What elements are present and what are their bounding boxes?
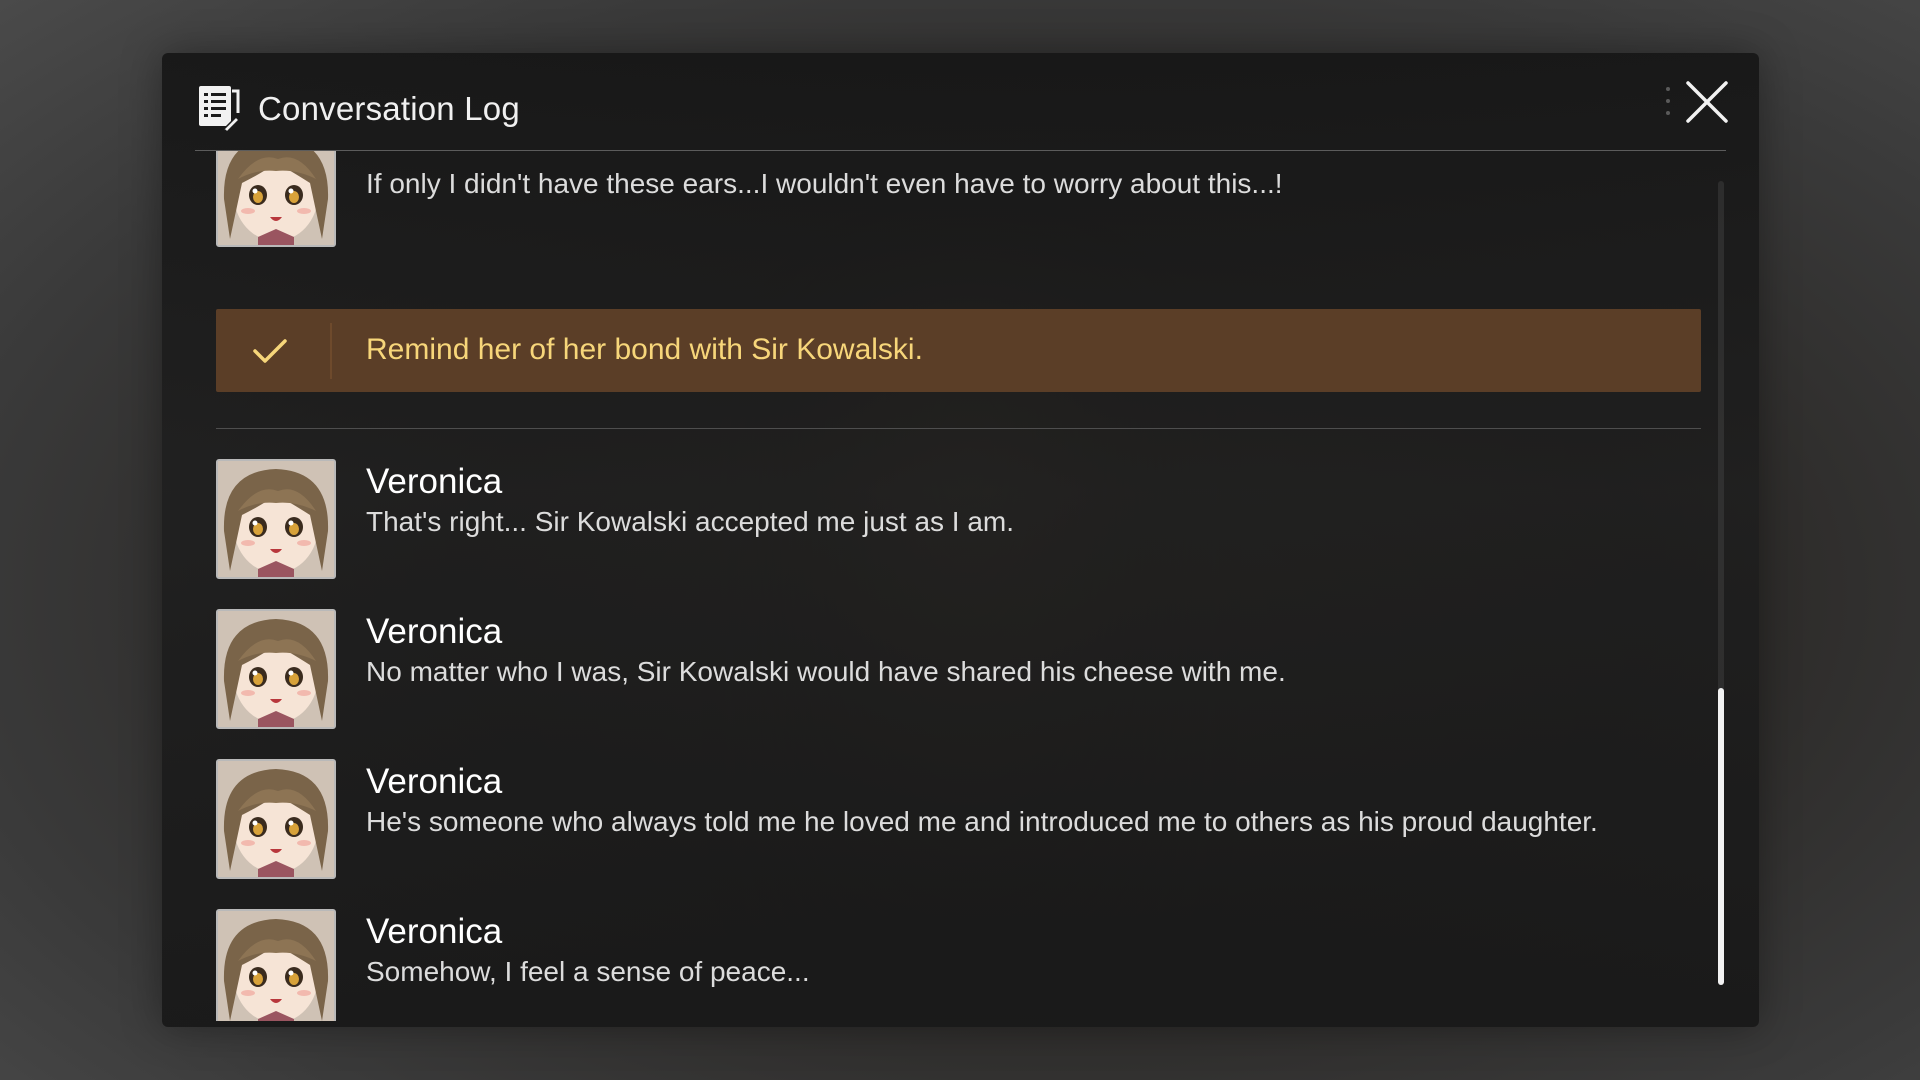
avatar (216, 909, 336, 1021)
close-icon (1686, 81, 1728, 123)
avatar (216, 609, 336, 729)
log-document-icon (199, 86, 240, 131)
log-scroll-area[interactable]: If only I didn't have these ears...I wou… (162, 151, 1759, 1021)
avatar (216, 151, 336, 247)
dialogue-line: That's right... Sir Kowalski accepted me… (366, 506, 1015, 537)
check-icon (253, 339, 287, 363)
portrait-icon (218, 151, 334, 245)
selected-choice: Remind her of her bond with Sir Kowalski… (216, 309, 1701, 392)
dialog-header: Conversation Log (162, 53, 1759, 150)
dialogue-line: If only I didn't have these ears...I wou… (366, 168, 1283, 199)
avatar (216, 459, 336, 579)
dialogue-line: Somehow, I feel a sense of peace... (366, 956, 810, 987)
portrait-icon (218, 911, 334, 1021)
conversation-log-dialog: Conversation Log If only I didn't have t… (162, 53, 1759, 1027)
dialogue-line: He's someone who always told me he loved… (366, 806, 1598, 837)
portrait-icon (218, 761, 334, 877)
avatar (216, 759, 336, 879)
choice-text: Remind her of her bond with Sir Kowalski… (366, 333, 923, 366)
dialog-title: Conversation Log (258, 90, 520, 127)
drag-handle (1666, 87, 1672, 123)
dialogue-line: No matter who I was, Sir Kowalski would … (366, 656, 1286, 687)
speaker-name: Veronica (366, 912, 503, 951)
speaker-name: Veronica (366, 612, 503, 651)
choice-divider (330, 323, 332, 379)
portrait-icon (218, 611, 334, 727)
speaker-name: Veronica (366, 462, 503, 501)
section-divider (216, 428, 1701, 429)
scrollbar-thumb[interactable] (1718, 688, 1724, 985)
scrollbar-track[interactable] (1718, 181, 1724, 985)
portrait-icon (218, 461, 334, 577)
speaker-name: Veronica (366, 762, 503, 801)
close-button[interactable] (1684, 79, 1730, 125)
